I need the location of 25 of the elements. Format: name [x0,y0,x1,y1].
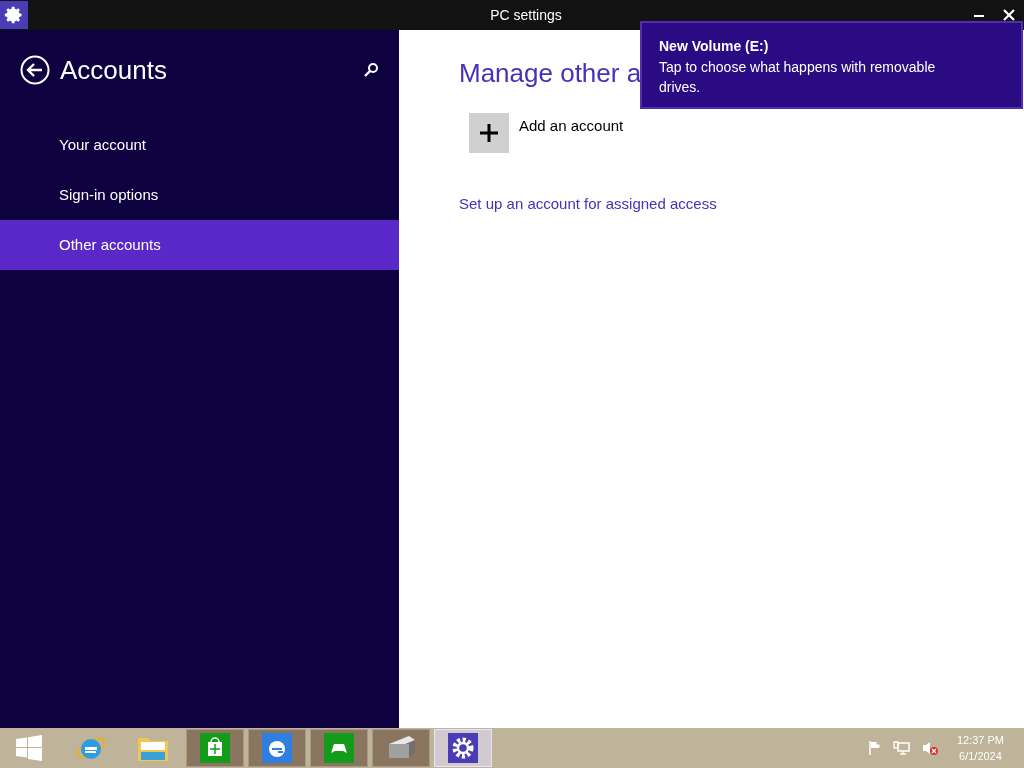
sidebar-title: Accounts [60,53,168,87]
muted-speaker-icon[interactable] [920,740,939,756]
taskbar-button[interactable] [310,729,368,767]
windows-logo-icon [15,735,43,761]
toast-message: Tap to choose what happens with removable drives. [659,58,937,97]
plus-icon [469,113,509,153]
taskbar-button[interactable] [372,729,430,767]
search-icon[interactable] [363,62,379,78]
sidebar-item[interactable]: Sign-in options [0,170,399,220]
browser-icon [262,733,292,763]
gear-icon [0,1,28,29]
close-button[interactable] [1003,9,1015,21]
toast-title: New Volume (E:) [659,37,770,56]
taskbar-button[interactable] [186,729,244,767]
back-button[interactable] [20,55,50,85]
add-account-button[interactable]: Add an account [519,115,624,138]
notification-toast[interactable]: New Volume (E:) Tap to choose what happens with removable drives. [640,21,1023,109]
sidebar-item[interactable]: Other accounts [0,220,399,270]
assigned-access-link[interactable]: Set up an account for assigned access [459,193,717,216]
gear-icon [448,733,478,763]
shopping-bag-icon [200,733,230,763]
taskbar-button[interactable] [248,729,306,767]
sidebar-item[interactable]: Your account [0,120,399,170]
window-title: PC settings [490,6,562,23]
page-heading: Manage other a [459,57,642,90]
